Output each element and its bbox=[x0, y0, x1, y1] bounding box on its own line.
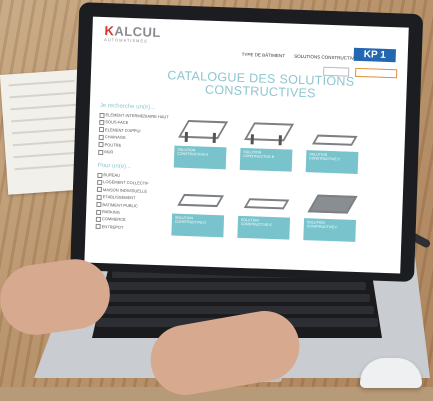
card-caption: SOLUTION CONSTRUCTIVE C bbox=[305, 150, 359, 174]
frame-image bbox=[238, 182, 291, 218]
product-card[interactable]: SOLUTION CONSTRUCTIVE D bbox=[171, 180, 225, 238]
site-logo-tagline: AUTOMATISMES bbox=[104, 37, 148, 44]
filter-checkbox[interactable]: ETABLISSEMENT bbox=[97, 194, 149, 201]
filter-checkbox[interactable]: CHAINAGE bbox=[99, 134, 168, 141]
product-card[interactable]: SOLUTION CONSTRUCTIVE E bbox=[237, 182, 291, 240]
product-card[interactable]: SOLUTION CONSTRUCTIVE C bbox=[305, 116, 360, 174]
filter-checkbox[interactable]: ELEMENT INTERMEDIAIRE HAUT bbox=[99, 112, 168, 119]
card-caption: SOLUTION CONSTRUCTIVE E bbox=[237, 215, 291, 240]
beam-image bbox=[306, 116, 359, 152]
laptop-lid: KALCUL AUTOMATISMES TYPE DE BÂTIMENT SOL… bbox=[70, 2, 424, 283]
frame-image bbox=[240, 114, 295, 150]
filter-checkbox[interactable]: POUTRE bbox=[98, 141, 167, 148]
filter-checkbox[interactable]: COMMERCE bbox=[96, 216, 148, 223]
site-nav: TYPE DE BÂTIMENT SOLUTIONS CONSTRUCTIVES bbox=[242, 52, 368, 61]
nav-type-batiment[interactable]: TYPE DE BÂTIMENT bbox=[242, 52, 285, 59]
filter-group-2: Pour un(e)... BUREAU LOGEMENT COLLECTIF … bbox=[95, 163, 149, 233]
filter-checkbox[interactable]: SOUS-FACE bbox=[99, 119, 168, 126]
frame-image bbox=[172, 180, 225, 216]
card-caption: SOLUTION CONSTRUCTIVE D bbox=[171, 213, 225, 238]
filter-checkbox[interactable]: ELEMENT D'APPUI bbox=[99, 127, 168, 134]
filter-group-1: Je recherche un(e)... ELEMENT INTERMEDIA… bbox=[98, 102, 169, 156]
product-card[interactable]: SOLUTION CONSTRUCTIVE A bbox=[173, 112, 229, 170]
card-caption: SOLUTION CONSTRUCTIVE A bbox=[173, 145, 227, 170]
frame-image bbox=[175, 112, 229, 148]
card-caption: SOLUTION CONSTRUCTIVE F bbox=[303, 218, 357, 242]
kp1-badge[interactable]: KP 1 bbox=[353, 47, 397, 63]
block-image bbox=[304, 184, 358, 220]
filter-checkbox[interactable]: MAISON INDIVIDUELLE bbox=[97, 187, 149, 194]
product-card[interactable]: SOLUTION CONSTRUCTIVE B bbox=[239, 114, 295, 172]
laptop-screen: KALCUL AUTOMATISMES TYPE DE BÂTIMENT SOL… bbox=[84, 16, 409, 274]
filter-checkbox[interactable]: MUR bbox=[98, 149, 167, 156]
nav-solutions[interactable]: SOLUTIONS CONSTRUCTIVES bbox=[294, 54, 360, 61]
filter-checkbox[interactable]: ENTREPOT bbox=[96, 224, 148, 231]
filter-checkbox[interactable]: BATIMENT PUBLIC bbox=[96, 201, 148, 208]
card-caption: SOLUTION CONSTRUCTIVE B bbox=[239, 147, 293, 172]
filter-checkbox[interactable]: LOGEMENT COLLECTIF bbox=[97, 179, 149, 186]
page-title: CATALOGUE DES SOLUTIONS CONSTRUCTIVES bbox=[167, 68, 355, 101]
product-card[interactable]: SOLUTION CONSTRUCTIVE F bbox=[303, 184, 358, 242]
filter-checkbox[interactable]: PARKING bbox=[96, 209, 148, 216]
filter-checkbox[interactable]: BUREAU bbox=[97, 172, 149, 179]
